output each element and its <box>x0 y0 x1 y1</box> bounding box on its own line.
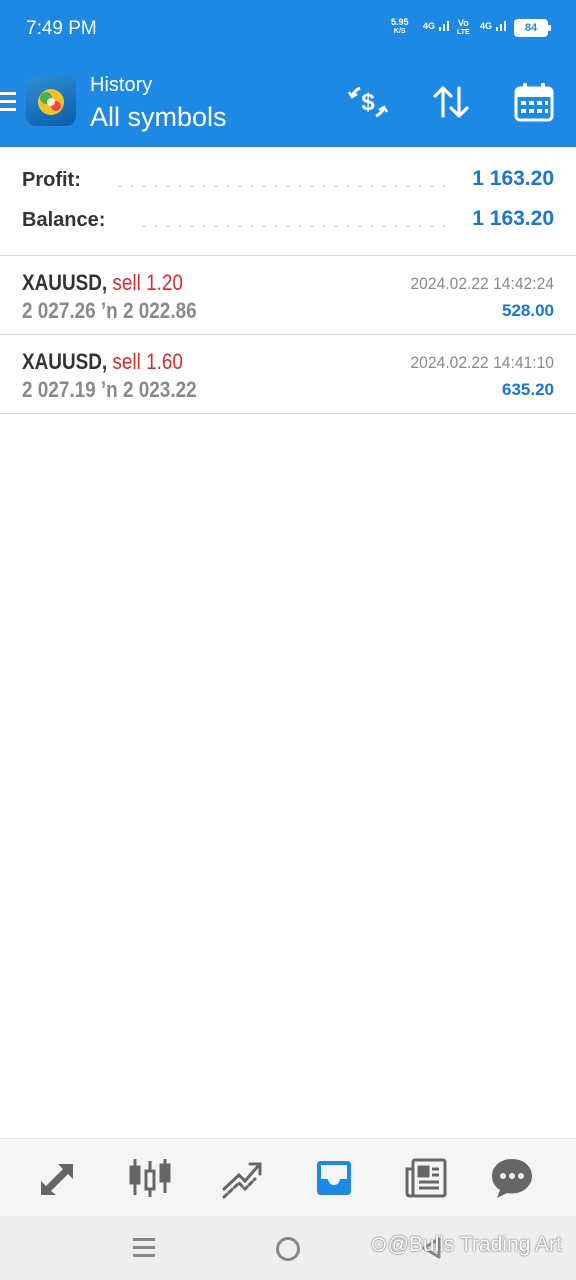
balance-value: 1 163.20 <box>472 207 554 230</box>
signal-icon: 4G <box>423 18 452 32</box>
svg-text:$: $ <box>361 89 375 116</box>
balance-row: Balance: 1 163.20 <box>22 207 554 239</box>
page-subtitle: History <box>90 74 153 96</box>
battery-icon: 84 <box>514 19 551 37</box>
status-bar: 7:49 PM 5.95 K/S 4G Vo LTE 4G 84 <box>0 0 576 58</box>
network-speed: 5.95 K/S <box>391 17 409 37</box>
balance-label: Balance: <box>22 209 106 231</box>
dotted-leader <box>114 185 446 187</box>
profit-row: Profit: 1 163.20 <box>22 167 554 199</box>
chart-icon[interactable] <box>127 1155 173 1201</box>
deal-symbol: XAUUSD, sell 1.20 <box>22 270 183 296</box>
deal-row[interactable]: XAUUSD, sell 1.60 2 027.19 ’n 2 023.22 2… <box>0 335 576 414</box>
recent-apps-icon[interactable] <box>133 1238 155 1258</box>
profit-value: 1 163.20 <box>472 167 554 190</box>
deal-symbol-name: XAUUSD, <box>22 270 108 295</box>
deal-prices: 2 027.26 ’n 2 022.86 <box>22 298 197 323</box>
deal-time: 2024.02.22 14:42:24 <box>410 274 554 293</box>
deal-type: sell 1.20 <box>112 270 183 295</box>
network-speed-value: 5.95 <box>391 17 409 27</box>
deal-profit: 528.00 <box>502 301 554 320</box>
signal-icon-2: 4G <box>480 18 509 32</box>
battery-level: 84 <box>524 22 538 34</box>
signal-label: 4G <box>423 21 436 31</box>
history-icon[interactable] <box>311 1155 357 1201</box>
app-bar: History All symbols $ <box>0 58 576 147</box>
quotes-icon[interactable] <box>35 1155 81 1201</box>
deal-prices: 2 027.19 ’n 2 023.22 <box>22 377 197 402</box>
deal-type: sell 1.60 <box>112 349 183 374</box>
trade-icon[interactable] <box>219 1155 265 1201</box>
currency-exchange-icon[interactable]: $ <box>346 80 390 124</box>
calendar-icon[interactable] <box>512 80 556 124</box>
dotted-leader <box>138 225 450 227</box>
menu-icon[interactable] <box>0 92 16 114</box>
volte-top: Vo <box>457 18 469 28</box>
deal-row[interactable]: XAUUSD, sell 1.20 2 027.26 ’n 2 022.86 2… <box>0 256 576 335</box>
volte-icon: Vo LTE <box>457 18 470 38</box>
signal-label-2: 4G <box>480 21 493 31</box>
bottom-navigation <box>0 1138 576 1217</box>
profit-label: Profit: <box>22 169 81 191</box>
page-title[interactable]: All symbols <box>90 102 227 133</box>
volte-bottom: LTE <box>457 29 470 36</box>
sort-icon[interactable] <box>429 80 473 124</box>
home-icon[interactable] <box>276 1237 300 1261</box>
system-navigation: ⊙@Bulls Trading Art <box>0 1216 576 1280</box>
deal-symbol: XAUUSD, sell 1.60 <box>22 349 183 375</box>
watermark: ⊙@Bulls Trading Art <box>370 1233 562 1256</box>
messages-icon[interactable] <box>489 1155 535 1201</box>
deal-symbol-name: XAUUSD, <box>22 349 108 374</box>
deal-time: 2024.02.22 14:41:10 <box>410 353 554 372</box>
network-speed-unit: K/S <box>393 28 406 35</box>
app-logo-icon <box>26 76 76 126</box>
news-icon[interactable] <box>403 1155 449 1201</box>
status-time: 7:49 PM <box>26 18 97 39</box>
history-summary: Profit: 1 163.20 Balance: 1 163.20 <box>0 147 576 256</box>
deal-profit: 635.20 <box>502 380 554 399</box>
